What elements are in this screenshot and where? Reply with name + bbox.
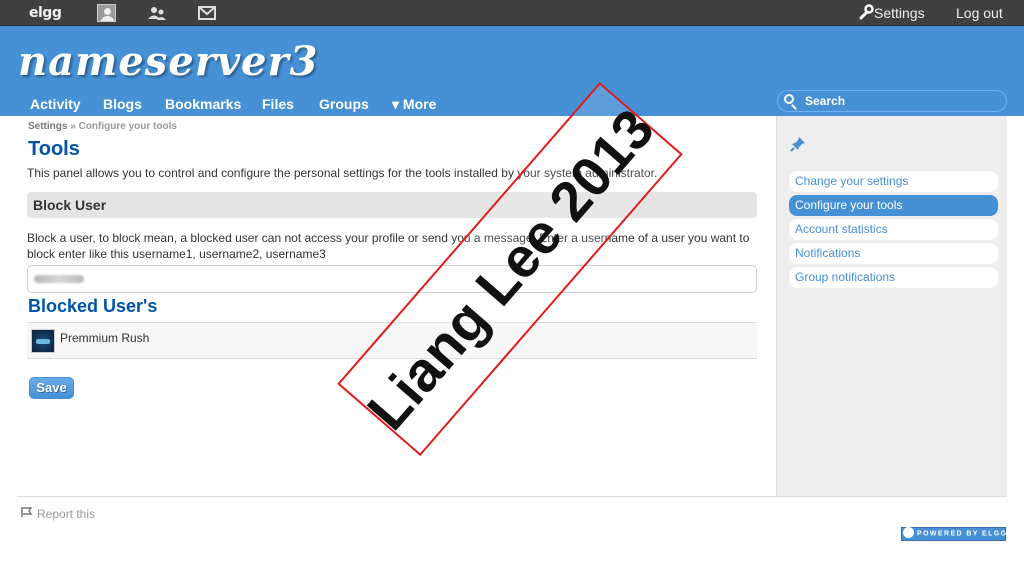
menu-item-bookmarks[interactable]: Bookmarks [165, 94, 241, 116]
sidebar-item-configure-tools[interactable]: Configure your tools [789, 195, 998, 216]
site-header: nameserver3 Activity Blogs Bookmarks Fil… [0, 26, 1024, 116]
wrench-icon [858, 0, 874, 26]
friends-icon[interactable] [147, 0, 167, 26]
menu-item-groups[interactable]: Groups [319, 94, 369, 116]
save-button[interactable]: Save [29, 377, 74, 399]
block-user-description: Block a user, to block mean, a blocked u… [27, 231, 750, 261]
sidebar-item-group-notifications[interactable]: Group notifications [789, 267, 998, 288]
menu-item-activity[interactable]: Activity [30, 94, 81, 116]
topbar: elgg Settings Log out [0, 0, 1024, 26]
powered-label: POWERED BY ELGG [917, 530, 1008, 538]
page-title: Tools [28, 138, 80, 160]
block-user-heading: Block User [27, 192, 757, 218]
sidebar-item-notifications[interactable]: Notifications [789, 243, 998, 264]
report-icon [20, 506, 34, 521]
blocked-user-avatar[interactable] [31, 329, 55, 353]
breadcrumb: Settings » Configure your tools [28, 121, 177, 132]
blurred-value [34, 275, 84, 283]
powered-by-elgg-badge[interactable]: POWERED BY ELGG [901, 527, 1006, 541]
settings-link[interactable]: Settings [858, 0, 925, 26]
sidebar-item-account-statistics[interactable]: Account statistics [789, 219, 998, 240]
block-user-heading-label: Block User [33, 197, 107, 213]
site-name[interactable]: nameserver3 [18, 38, 318, 85]
intro-text: This panel allows you to control and con… [27, 166, 658, 180]
breadcrumb-current: Configure your tools [78, 121, 177, 132]
search-placeholder: Search [805, 94, 846, 108]
pin-icon [790, 136, 806, 152]
logout-link[interactable]: Log out [956, 0, 1003, 26]
footer-divider [17, 496, 1007, 497]
elgg-logo[interactable]: elgg [29, 0, 62, 26]
envelope-icon[interactable] [198, 0, 216, 26]
blocked-user-row[interactable]: Premmium Rush [27, 322, 757, 359]
elgg-e-icon [903, 527, 914, 538]
report-link[interactable]: Report this [20, 506, 95, 521]
menu-item-blogs[interactable]: Blogs [103, 94, 142, 116]
breadcrumb-settings[interactable]: Settings [28, 121, 67, 132]
search-input[interactable]: Search [777, 90, 1007, 112]
breadcrumb-separator: » [70, 121, 76, 132]
blocked-users-title: Blocked User's [28, 296, 158, 316]
menu-item-more[interactable]: ▾ More [392, 94, 436, 116]
settings-label: Settings [874, 5, 925, 21]
user-avatar-icon[interactable] [97, 4, 116, 22]
sidebar: Change your settings Configure your tool… [776, 116, 1007, 496]
report-label: Report this [37, 507, 96, 521]
username-input[interactable] [27, 265, 757, 293]
sidebar-item-change-settings[interactable]: Change your settings [789, 171, 998, 192]
blocked-user-name: Premmium Rush [60, 331, 150, 345]
menu-item-files[interactable]: Files [262, 94, 294, 116]
